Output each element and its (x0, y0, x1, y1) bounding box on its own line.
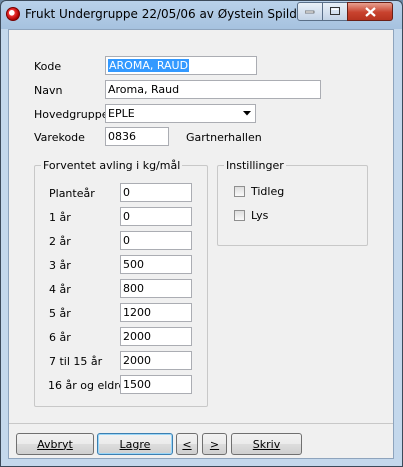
kode-input[interactable]: AROMA, RAUD (105, 56, 257, 75)
tidleg-checkbox[interactable] (234, 186, 245, 197)
avling-row-label: Planteår (49, 187, 95, 200)
skriv-button[interactable]: Skriv (231, 433, 302, 455)
button-bar-divider (9, 423, 393, 424)
close-icon (364, 6, 376, 17)
navn-label: Navn (34, 84, 63, 97)
skriv-button-label: Skriv (252, 437, 281, 451)
varekode-note: Gartnerhallen (186, 131, 262, 144)
title-bar[interactable]: Frukt Undergruppe 22/05/06 av Øystein Sp… (1, 1, 402, 29)
kode-label: Kode (34, 60, 62, 73)
navn-input[interactable]: Aroma, Raud (105, 80, 321, 99)
avling-row-label: 3 år (49, 259, 71, 272)
lagre-button-label: Lagre (119, 437, 151, 451)
lys-label[interactable]: Lys (251, 209, 268, 222)
instillinger-legend: Instillinger (226, 159, 284, 172)
chevron-down-icon[interactable] (238, 105, 255, 122)
avling-row-input[interactable]: 2000 (120, 327, 192, 346)
maximize-icon (329, 7, 340, 15)
avbryt-button-label: Avbryt (37, 437, 73, 451)
avling-row-input[interactable]: 800 (120, 279, 192, 298)
avling-row-input[interactable]: 0 (120, 207, 192, 226)
kode-value: AROMA, RAUD (108, 59, 190, 72)
app-icon[interactable] (6, 7, 20, 21)
avling-row-input[interactable]: 1500 (120, 375, 192, 394)
lagre-button[interactable]: Lagre (97, 433, 173, 455)
close-button[interactable] (347, 2, 393, 21)
avling-row-input[interactable]: 0 (120, 183, 192, 202)
instillinger-groupbox: Instillinger (217, 159, 368, 246)
avling-row-label: 5 år (49, 307, 71, 320)
maximize-button[interactable] (322, 2, 348, 21)
minimize-button[interactable] (297, 2, 323, 21)
lys-checkbox[interactable] (234, 210, 245, 221)
tidleg-label[interactable]: Tidleg (251, 185, 284, 198)
avling-row-label: 16 år og eldre (48, 379, 126, 392)
next-button[interactable]: > (202, 433, 227, 455)
next-button-label: > (209, 437, 220, 451)
previous-button-label: < (182, 437, 192, 451)
avling-row-input[interactable]: 2000 (120, 351, 192, 370)
avling-row-input[interactable]: 0 (120, 231, 192, 250)
avling-row-label: 1 år (49, 211, 71, 224)
avling-legend: Forventet avling i kg/mål (43, 159, 181, 172)
varekode-label: Varekode (34, 131, 85, 144)
dialog-window: Frukt Undergruppe 22/05/06 av Øystein Sp… (0, 0, 403, 467)
hovedgruppe-value: EPLE (108, 107, 135, 120)
window-title: Frukt Undergruppe 22/05/06 av Øystein Sp… (25, 7, 313, 21)
hovedgruppe-select[interactable]: EPLE (105, 104, 256, 123)
avling-row-label: 7 til 15 år (49, 355, 103, 368)
avling-row-input[interactable]: 1200 (120, 303, 192, 322)
minimize-icon (305, 10, 315, 13)
avling-row-label: 2 år (49, 235, 71, 248)
hovedgruppe-label: Hovedgruppe (34, 108, 109, 121)
avling-row-label: 6 år (49, 331, 71, 344)
varekode-input[interactable]: 0836 (105, 127, 169, 146)
previous-button[interactable]: < (176, 433, 198, 455)
avbryt-button[interactable]: Avbryt (16, 433, 94, 455)
avling-row-input[interactable]: 500 (120, 255, 192, 274)
avling-row-label: 4 år (49, 283, 71, 296)
